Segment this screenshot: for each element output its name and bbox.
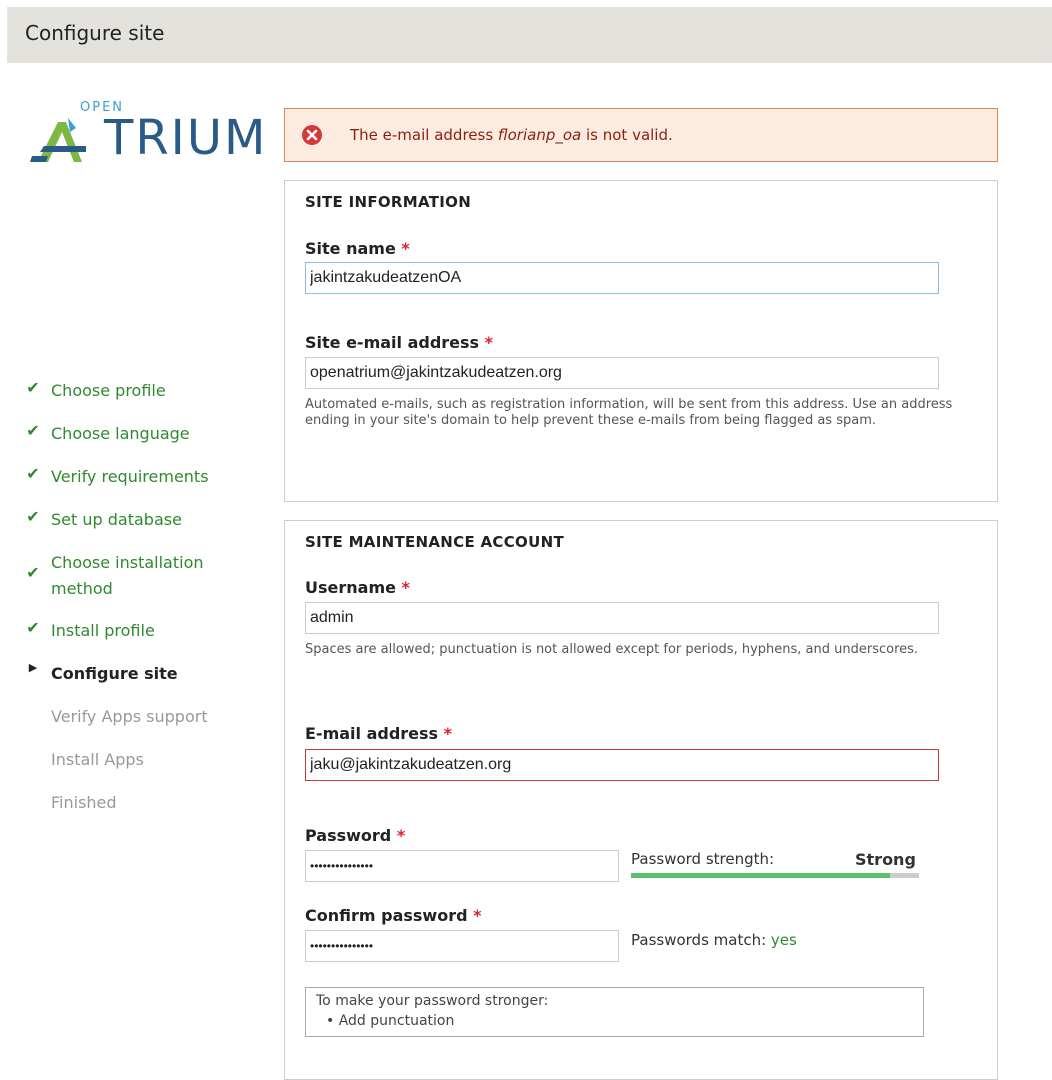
check-icon: ✔	[26, 421, 40, 440]
suggestions-title: To make your password stronger:	[316, 993, 549, 1009]
passwords-match-text: Passwords match: yes	[631, 931, 797, 949]
confirm-password-input[interactable]	[305, 930, 619, 962]
email-input[interactable]	[305, 749, 939, 781]
username-description: Spaces are allowed; punctuation is not a…	[305, 642, 919, 657]
check-icon: ✔	[26, 507, 40, 526]
step-install-apps: Install Apps	[51, 750, 144, 769]
error-message: The e-mail address florianp_oa is not va…	[284, 108, 998, 162]
confirm-password-label: Confirm password *	[305, 906, 482, 925]
site-information-fieldset: SITE INFORMATION Site name * Site e-mail…	[284, 180, 998, 502]
site-email-description: Automated e-mails, such as registration …	[305, 397, 953, 428]
step-configure-site: ▶ Configure site	[24, 661, 254, 704]
password-strength-bar	[631, 873, 919, 878]
triangle-right-icon: ▶	[28, 661, 38, 674]
title-bar: Configure site	[7, 7, 1052, 63]
password-strength-label: Password strength:	[631, 850, 775, 868]
site-name-input[interactable]	[305, 262, 939, 294]
username-label: Username *	[305, 578, 410, 597]
site-information-legend: SITE INFORMATION	[305, 193, 472, 211]
site-email-input[interactable]	[305, 357, 939, 389]
step-choose-profile: ✔ Choose profile	[24, 378, 254, 421]
page-title: Configure site	[25, 21, 165, 45]
passwords-match-value: yes	[770, 931, 797, 949]
check-icon: ✔	[26, 378, 40, 397]
password-suggestions: To make your password stronger: • Add pu…	[305, 987, 924, 1037]
step-verify-apps-support: Verify Apps support	[51, 707, 208, 726]
site-maintenance-account-legend: SITE MAINTENANCE ACCOUNT	[305, 533, 564, 551]
password-strength-fill	[631, 873, 891, 878]
site-name-label: Site name *	[305, 239, 410, 258]
step-choose-installation-method: ✔ Choose installation method	[24, 550, 254, 618]
check-icon: ✔	[26, 464, 40, 483]
step-finished: Finished	[51, 793, 117, 812]
step-choose-language: ✔ Choose language	[24, 421, 254, 464]
password-label: Password *	[305, 826, 406, 845]
step-verify-requirements: ✔ Verify requirements	[24, 464, 254, 507]
error-icon	[302, 125, 322, 145]
open-atrium-logo: OPEN TRIUM	[30, 100, 265, 170]
username-input[interactable]	[305, 602, 939, 634]
password-strength-value: Strong	[855, 850, 916, 869]
password-input[interactable]	[305, 850, 619, 882]
logo-trium-text: TRIUM	[104, 110, 268, 166]
check-icon: ✔	[26, 563, 40, 582]
logo-a-icon	[30, 118, 86, 162]
error-email-value: florianp_oa	[497, 126, 582, 144]
email-label: E-mail address *	[305, 724, 453, 743]
site-email-label: Site e-mail address *	[305, 333, 494, 352]
site-maintenance-account-fieldset: SITE MAINTENANCE ACCOUNT Username * Spac…	[284, 520, 998, 1080]
check-icon: ✔	[26, 618, 40, 637]
installation-steps: ✔ Choose profile ✔ Choose language ✔ Ver…	[24, 378, 254, 833]
suggestion-item: • Add punctuation	[326, 1013, 455, 1029]
error-text: The e-mail address florianp_oa is not va…	[350, 126, 673, 144]
step-install-profile: ✔ Install profile	[24, 618, 254, 661]
step-set-up-database: ✔ Set up database	[24, 507, 254, 550]
